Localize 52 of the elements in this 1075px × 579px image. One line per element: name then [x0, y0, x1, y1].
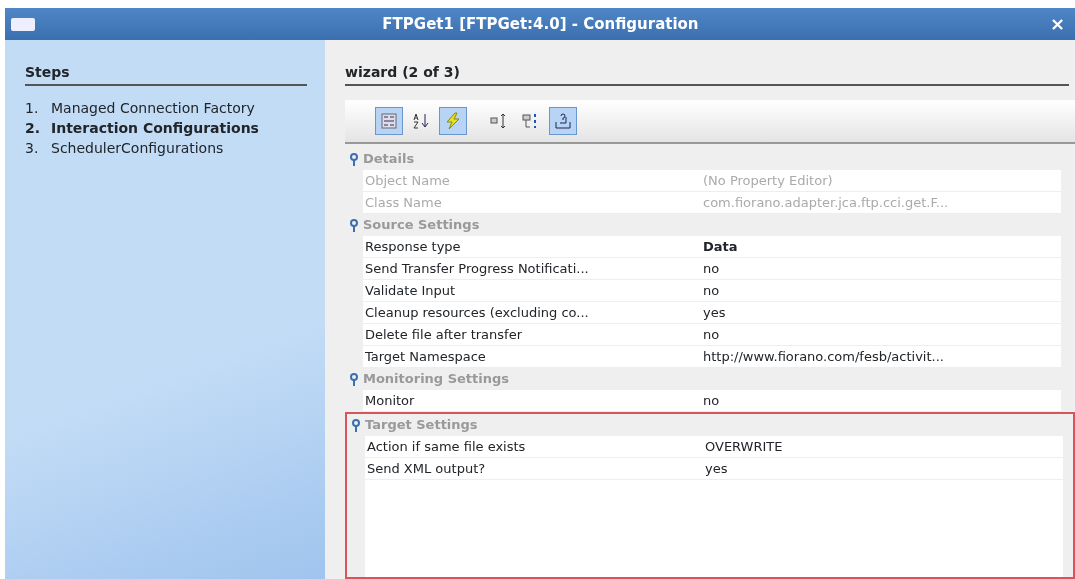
property-name: Send XML output?: [366, 459, 487, 478]
property-row[interactable]: Monitor no: [363, 390, 1061, 412]
property-row[interactable]: Response type Data: [363, 236, 1061, 258]
close-button[interactable]: ×: [1045, 15, 1069, 33]
toolbar-button[interactable]: [375, 107, 403, 135]
property-value: no: [703, 259, 721, 278]
property-row[interactable]: Target Namespace http://www.fiorano.com/fesb/activit...: [363, 346, 1061, 368]
property-name: Monitor: [364, 391, 416, 410]
step-label[interactable]: Interaction Configurations: [51, 119, 259, 137]
pin-icon[interactable]: [350, 372, 358, 386]
property-name: Target Namespace: [364, 347, 487, 366]
step-number: 2.: [25, 119, 42, 137]
steps-heading: Steps: [25, 62, 307, 86]
property-value: no: [703, 281, 721, 300]
property-name: Delete file after transfer: [364, 325, 523, 344]
step-number: 3.: [25, 139, 40, 157]
toolbar-button[interactable]: [439, 107, 467, 135]
property-row[interactable]: Send Transfer Progress Notificati... no: [363, 258, 1061, 280]
property-name: Cleanup resources (excluding co...: [364, 303, 590, 322]
property-row[interactable]: Send XML output? yes: [365, 458, 1063, 480]
property-value: com.fiorano.adapter.jca.ftp.cci.get.F...: [703, 193, 950, 212]
property-name: Action if same file exists: [366, 437, 527, 456]
property-row[interactable]: Cleanup resources (excluding co... yes: [363, 302, 1061, 324]
property-value: no: [703, 325, 721, 344]
step-label[interactable]: Managed Connection Factory: [51, 99, 255, 117]
pin-icon[interactable]: [352, 418, 360, 432]
property-name: Response type: [364, 237, 462, 256]
help-icon: [553, 111, 573, 131]
property-name: Class Name: [364, 193, 443, 212]
step-number: 1.: [25, 99, 40, 117]
property-row[interactable]: Action if same file exists OVERWRITE: [365, 436, 1063, 458]
property-value: (No Property Editor): [703, 171, 834, 190]
property-value: no: [703, 391, 721, 410]
property-row[interactable]: Delete file after transfer no: [363, 324, 1061, 346]
property-name: Send Transfer Progress Notificati...: [364, 259, 590, 278]
window-icon: [11, 17, 35, 31]
property-value: http://www.fiorano.com/fesb/activit...: [703, 347, 945, 366]
step-label[interactable]: SchedulerConfigurations: [51, 139, 224, 157]
property-value: OVERWRITE: [705, 437, 784, 456]
sort-icon: [411, 111, 431, 131]
pin-icon[interactable]: [350, 152, 358, 166]
toolbar-button[interactable]: [549, 107, 577, 135]
property-value: yes: [705, 459, 729, 478]
property-row[interactable]: Validate Input no: [363, 280, 1061, 302]
categorized-view-icon: [379, 111, 399, 131]
pin-icon[interactable]: [350, 218, 358, 232]
wizard-heading: wizard (2 of 3): [345, 62, 1069, 86]
property-name: Validate Input: [364, 281, 457, 300]
property-value: yes: [703, 303, 727, 322]
property-name: Object Name: [364, 171, 451, 190]
window-title: FTPGet1 [FTPGet:4.0] - Configuration: [381, 13, 700, 35]
property-value: Data: [703, 237, 739, 256]
